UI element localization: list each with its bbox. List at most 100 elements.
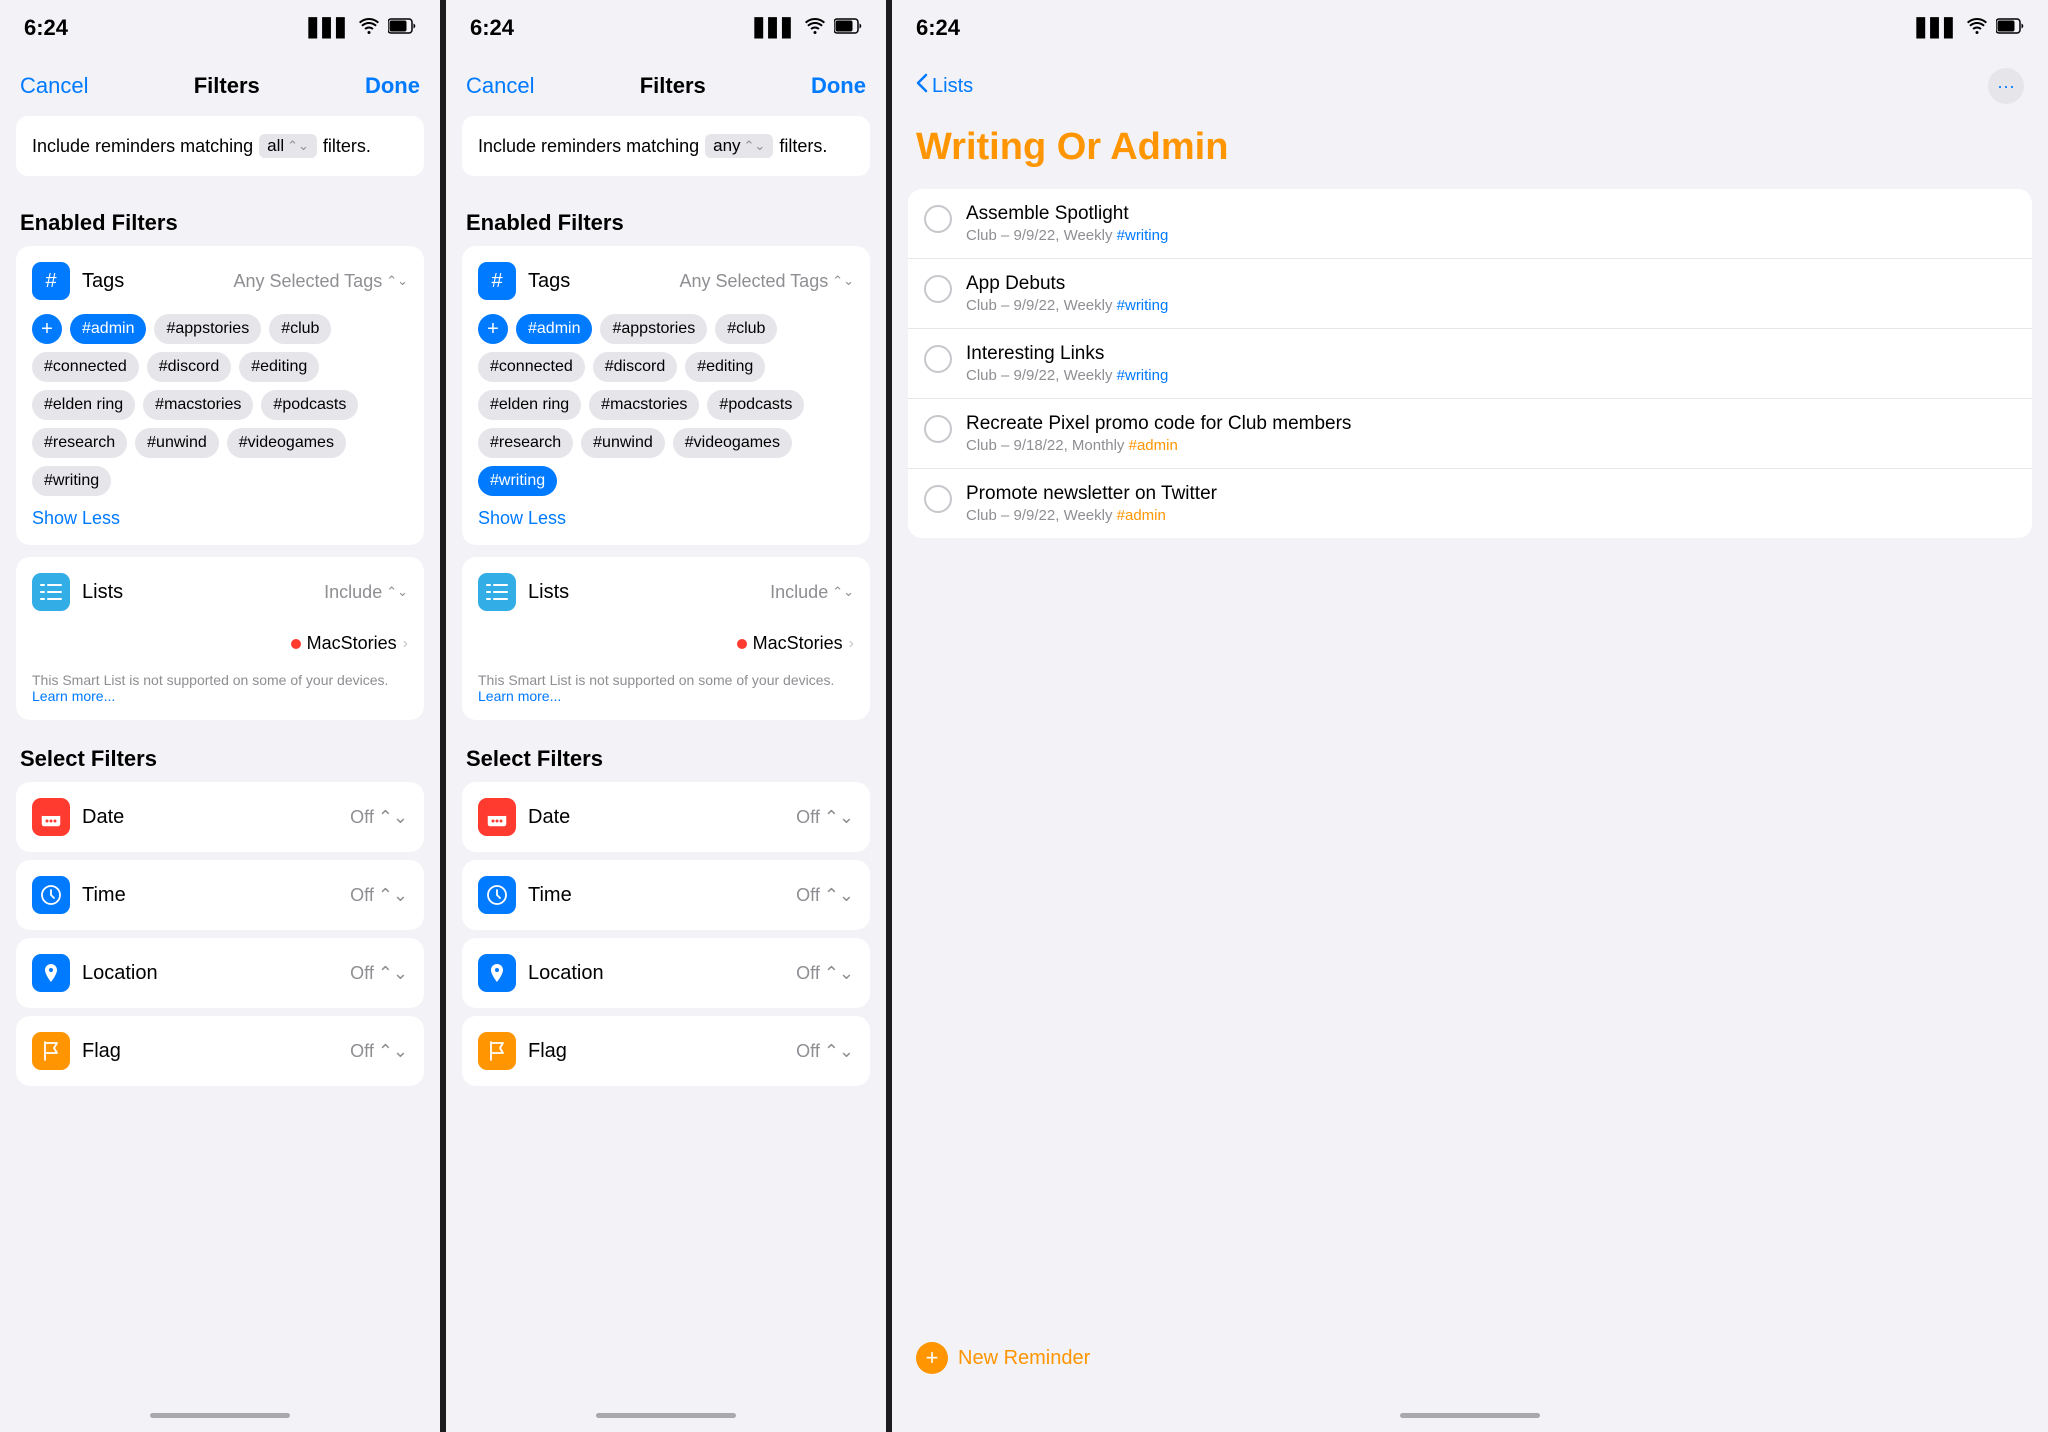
flag-filter-1[interactable]: Flag Off ⌃⌄ <box>16 1016 424 1086</box>
reminder-item[interactable]: Recreate Pixel promo code for Club membe… <box>908 399 2032 469</box>
tag-pill[interactable]: #unwind <box>135 428 219 458</box>
lists-value-2[interactable]: Include ⌃⌄ <box>770 582 854 603</box>
nav-bar-3: Lists ··· <box>892 56 2048 116</box>
reminder-item[interactable]: Promote newsletter on TwitterClub – 9/9/… <box>908 469 2032 538</box>
tag-pill[interactable]: #admin <box>516 314 592 344</box>
reminder-text-block: Assemble SpotlightClub – 9/9/22, Weekly … <box>966 203 2016 244</box>
tag-pill[interactable]: #research <box>478 428 573 458</box>
tag-pill[interactable]: #videogames <box>227 428 346 458</box>
flag-icon-2 <box>478 1032 516 1070</box>
tag-pill[interactable]: #connected <box>32 352 139 382</box>
tag-pill[interactable]: #elden ring <box>478 390 581 420</box>
date-label-2: Date <box>528 806 570 829</box>
tag-pill[interactable]: #macstories <box>589 390 699 420</box>
tag-pill[interactable]: #appstories <box>154 314 261 344</box>
tag-pill[interactable]: #research <box>32 428 127 458</box>
date-left-2: Date <box>478 798 570 836</box>
tags-value-1[interactable]: Any Selected Tags ⌃⌄ <box>233 271 408 292</box>
list-dot-2 <box>737 639 747 649</box>
home-indicator-2 <box>446 1398 886 1432</box>
reminder-circle[interactable] <box>924 485 952 513</box>
tag-pill[interactable]: #discord <box>147 352 231 382</box>
match-pill-2[interactable]: any ⌃⌄ <box>705 134 773 158</box>
learn-more-1[interactable]: Learn more... <box>32 688 115 704</box>
tag-pill[interactable]: #elden ring <box>32 390 135 420</box>
signal-icon-3: ▋▋▋ <box>1916 18 1958 39</box>
more-button-3[interactable]: ··· <box>1988 68 2024 104</box>
tag-add-btn-2[interactable]: + <box>478 314 508 344</box>
cancel-button-1[interactable]: Cancel <box>20 73 88 99</box>
location-filter-1[interactable]: Location Off ⌃⌄ <box>16 938 424 1008</box>
back-button-3[interactable]: Lists <box>916 73 973 99</box>
tags-icon-1: # <box>32 262 70 300</box>
reminder-circle[interactable] <box>924 275 952 303</box>
time-filter-2[interactable]: Time Off ⌃⌄ <box>462 860 870 930</box>
reminder-item[interactable]: App DebutsClub – 9/9/22, Weekly #writing <box>908 259 2032 329</box>
tag-pill[interactable]: #admin <box>70 314 146 344</box>
location-label-2: Location <box>528 962 604 985</box>
new-reminder-label-3: New Reminder <box>958 1347 1090 1370</box>
tag-pill[interactable]: #club <box>715 314 777 344</box>
tag-pill[interactable]: #writing <box>478 466 557 496</box>
location-filter-2[interactable]: Location Off ⌃⌄ <box>462 938 870 1008</box>
location-icon-1 <box>32 954 70 992</box>
location-value-2: Off ⌃⌄ <box>796 963 854 984</box>
date-filter-2[interactable]: Date Off ⌃⌄ <box>462 782 870 852</box>
tag-pill[interactable]: #podcasts <box>261 390 358 420</box>
tag-pill[interactable]: #connected <box>478 352 585 382</box>
back-chevron-3 <box>916 73 928 99</box>
lists-value-text-1: Include <box>324 582 382 603</box>
tags-icon-2: # <box>478 262 516 300</box>
new-reminder-btn-3[interactable]: + New Reminder <box>892 1318 2048 1398</box>
lists-filter-header-2: Lists Include ⌃⌄ <box>478 573 854 611</box>
lists-value-1[interactable]: Include ⌃⌄ <box>324 582 408 603</box>
reminder-title: Interesting Links <box>966 343 2016 365</box>
lists-filter-chevron-2: ⌃⌄ <box>832 584 854 600</box>
nav-title-1: Filters <box>194 73 260 99</box>
tags-container-1: + #admin #appstories #club #connected #disco… <box>32 314 408 496</box>
signal-icon-1: ▋▋▋ <box>308 18 350 39</box>
reminder-title: Recreate Pixel promo code for Club membe… <box>966 413 2016 435</box>
match-pill-1[interactable]: all ⌃⌄ <box>259 134 317 158</box>
tag-pill[interactable]: #macstories <box>143 390 253 420</box>
show-less-1[interactable]: Show Less <box>32 508 408 529</box>
list-macstories-row-2[interactable]: MacStories › <box>478 625 854 662</box>
list-row-chevron-1: › <box>403 635 408 653</box>
reminder-circle[interactable] <box>924 415 952 443</box>
reminder-circle[interactable] <box>924 205 952 233</box>
tag-pill[interactable]: #club <box>269 314 331 344</box>
done-button-1[interactable]: Done <box>365 73 420 99</box>
flag-value-2: Off ⌃⌄ <box>796 1041 854 1062</box>
tag-pill[interactable]: #videogames <box>673 428 792 458</box>
panel-1: 6:24 ▋▋▋ Cancel Filters Done Include rem… <box>0 0 440 1432</box>
learn-more-2[interactable]: Learn more... <box>478 688 561 704</box>
match-filter-row-1: Include reminders matching all ⌃⌄ filter… <box>16 116 424 176</box>
list-macstories-row-1[interactable]: MacStories › <box>32 625 408 662</box>
time-filter-1[interactable]: Time Off ⌃⌄ <box>16 860 424 930</box>
lists-value-text-2: Include <box>770 582 828 603</box>
reminder-item[interactable]: Assemble SpotlightClub – 9/9/22, Weekly … <box>908 189 2032 259</box>
tag-pill[interactable]: #discord <box>593 352 677 382</box>
lists-label-2: Lists <box>528 581 569 604</box>
tag-add-btn-1[interactable]: + <box>32 314 62 344</box>
match-suffix-1: filters. <box>323 136 371 157</box>
tags-value-2[interactable]: Any Selected Tags ⌃⌄ <box>679 271 854 292</box>
location-icon-2 <box>478 954 516 992</box>
warning-text-1: This Smart List is not supported on some… <box>32 672 408 704</box>
flag-filter-2[interactable]: Flag Off ⌃⌄ <box>462 1016 870 1086</box>
tags-label-2: Tags <box>528 270 570 293</box>
date-filter-1[interactable]: Date Off ⌃⌄ <box>16 782 424 852</box>
tag-pill[interactable]: #writing <box>32 466 111 496</box>
tag-pill[interactable]: #editing <box>685 352 765 382</box>
tags-filter-card-2: # Tags Any Selected Tags ⌃⌄ + #admin #app… <box>462 246 870 545</box>
show-less-2[interactable]: Show Less <box>478 508 854 529</box>
tag-pill[interactable]: #podcasts <box>707 390 804 420</box>
back-label-3: Lists <box>932 75 973 98</box>
reminder-circle[interactable] <box>924 345 952 373</box>
cancel-button-2[interactable]: Cancel <box>466 73 534 99</box>
tag-pill[interactable]: #unwind <box>581 428 665 458</box>
reminder-item[interactable]: Interesting LinksClub – 9/9/22, Weekly #… <box>908 329 2032 399</box>
tag-pill[interactable]: #appstories <box>600 314 707 344</box>
done-button-2[interactable]: Done <box>811 73 866 99</box>
tag-pill[interactable]: #editing <box>239 352 319 382</box>
